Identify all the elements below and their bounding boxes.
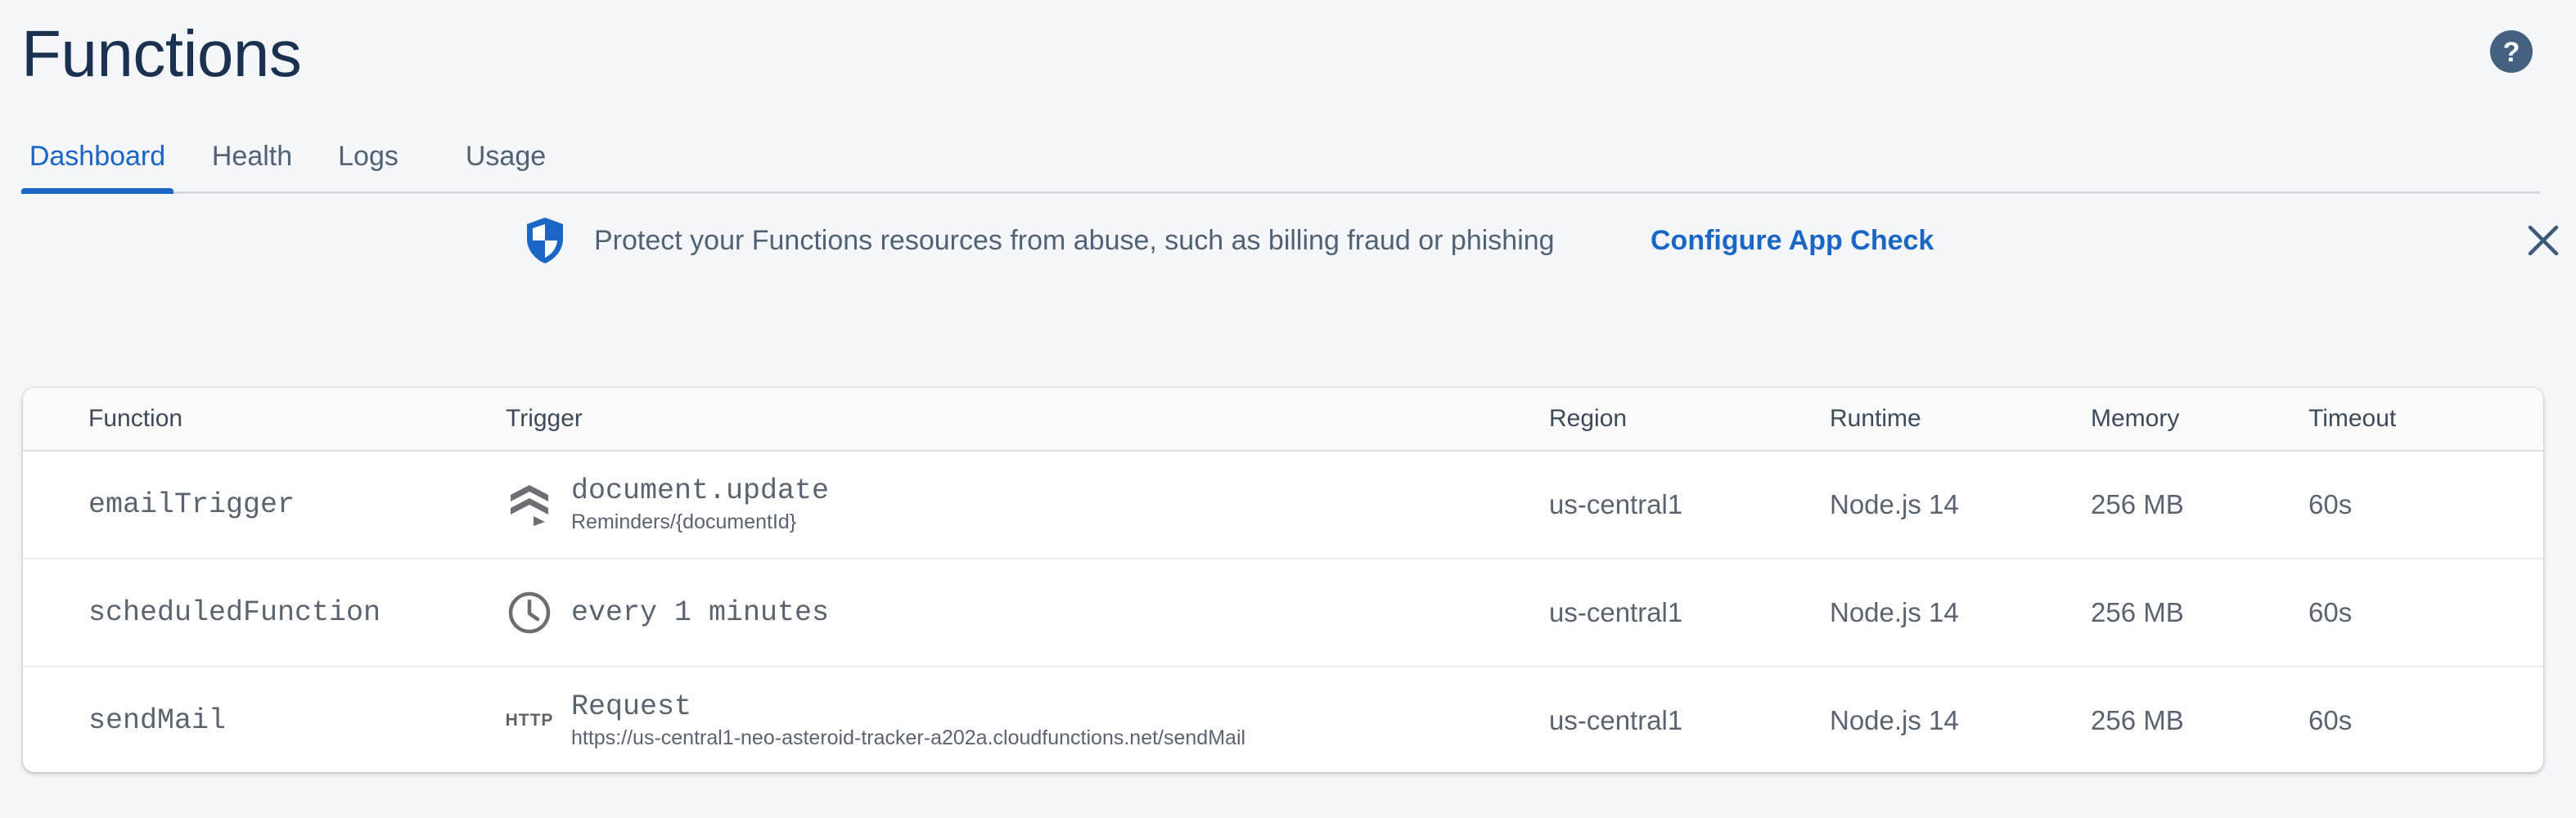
runtime-value: Node.js 14 bbox=[1830, 489, 1959, 519]
column-header-region[interactable]: Region bbox=[1549, 388, 1627, 450]
http-icon: HTTP bbox=[506, 697, 553, 744]
trigger-cell: document.update Reminders/{documentId} bbox=[506, 452, 829, 558]
region-value: us-central1 bbox=[1549, 705, 1683, 735]
tab-usage[interactable]: Usage bbox=[460, 129, 552, 191]
region-value: us-central1 bbox=[1549, 597, 1683, 627]
clock-icon bbox=[506, 589, 553, 636]
tab-label: Usage bbox=[465, 141, 547, 172]
svg-text:?: ? bbox=[2503, 37, 2520, 68]
tab-bar: Dashboard Health Logs Usage bbox=[21, 129, 2540, 194]
table-row[interactable]: scheduledFunction every 1 minutes us-cen… bbox=[23, 560, 2543, 667]
trigger-event: every 1 minutes bbox=[571, 596, 830, 629]
configure-app-check-link[interactable]: Configure App Check bbox=[1651, 221, 1934, 260]
column-header-runtime[interactable]: Runtime bbox=[1830, 388, 1921, 450]
tab-health[interactable]: Health bbox=[205, 129, 299, 191]
help-circle-icon[interactable]: ? bbox=[2489, 29, 2533, 74]
functions-table: Function Trigger Region Runtime Memory T… bbox=[23, 388, 2543, 772]
tab-dashboard[interactable]: Dashboard bbox=[21, 129, 173, 194]
trigger-event: document.update bbox=[571, 474, 830, 507]
region-value: us-central1 bbox=[1549, 489, 1683, 519]
close-icon[interactable] bbox=[2524, 221, 2563, 260]
trigger-cell: every 1 minutes bbox=[506, 560, 829, 666]
column-header-trigger[interactable]: Trigger bbox=[506, 388, 583, 450]
table-header: Function Trigger Region Runtime Memory T… bbox=[23, 388, 2543, 452]
trigger-detail: Reminders/{documentId} bbox=[571, 510, 797, 533]
page-title: Functions bbox=[21, 17, 302, 90]
column-header-timeout[interactable]: Timeout bbox=[2308, 388, 2396, 450]
function-name: emailTrigger bbox=[88, 488, 295, 521]
table-row[interactable]: emailTrigger document.update Reminders/{… bbox=[23, 452, 2543, 560]
tab-label: Logs bbox=[338, 141, 399, 172]
timeout-value: 60s bbox=[2308, 597, 2353, 627]
trigger-cell: HTTP Request https://us-central1-neo-ast… bbox=[506, 667, 1245, 772]
memory-value: 256 MB bbox=[2091, 705, 2184, 735]
tab-logs[interactable]: Logs bbox=[334, 129, 403, 191]
function-name: sendMail bbox=[88, 704, 227, 737]
trigger-url: https://us-central1-neo-asteroid-tracker… bbox=[571, 726, 1246, 749]
timeout-value: 60s bbox=[2308, 489, 2353, 519]
function-name: scheduledFunction bbox=[88, 596, 381, 629]
runtime-value: Node.js 14 bbox=[1830, 597, 1959, 627]
column-header-memory[interactable]: Memory bbox=[2091, 388, 2179, 450]
memory-value: 256 MB bbox=[2091, 489, 2184, 519]
trigger-event: Request bbox=[571, 690, 692, 723]
memory-value: 256 MB bbox=[2091, 597, 2184, 627]
shield-icon bbox=[527, 218, 563, 263]
firestore-icon bbox=[506, 481, 553, 528]
http-icon-label: HTTP bbox=[505, 711, 554, 730]
column-header-function[interactable]: Function bbox=[88, 388, 182, 450]
tab-label: Health bbox=[211, 141, 293, 172]
active-tab-indicator bbox=[21, 188, 173, 194]
timeout-value: 60s bbox=[2308, 705, 2353, 735]
runtime-value: Node.js 14 bbox=[1830, 705, 1959, 735]
banner-message: Protect your Functions resources from ab… bbox=[594, 225, 1555, 256]
tab-label: Dashboard bbox=[29, 141, 166, 172]
table-row[interactable]: sendMail HTTP Request https://us-central… bbox=[23, 667, 2543, 772]
